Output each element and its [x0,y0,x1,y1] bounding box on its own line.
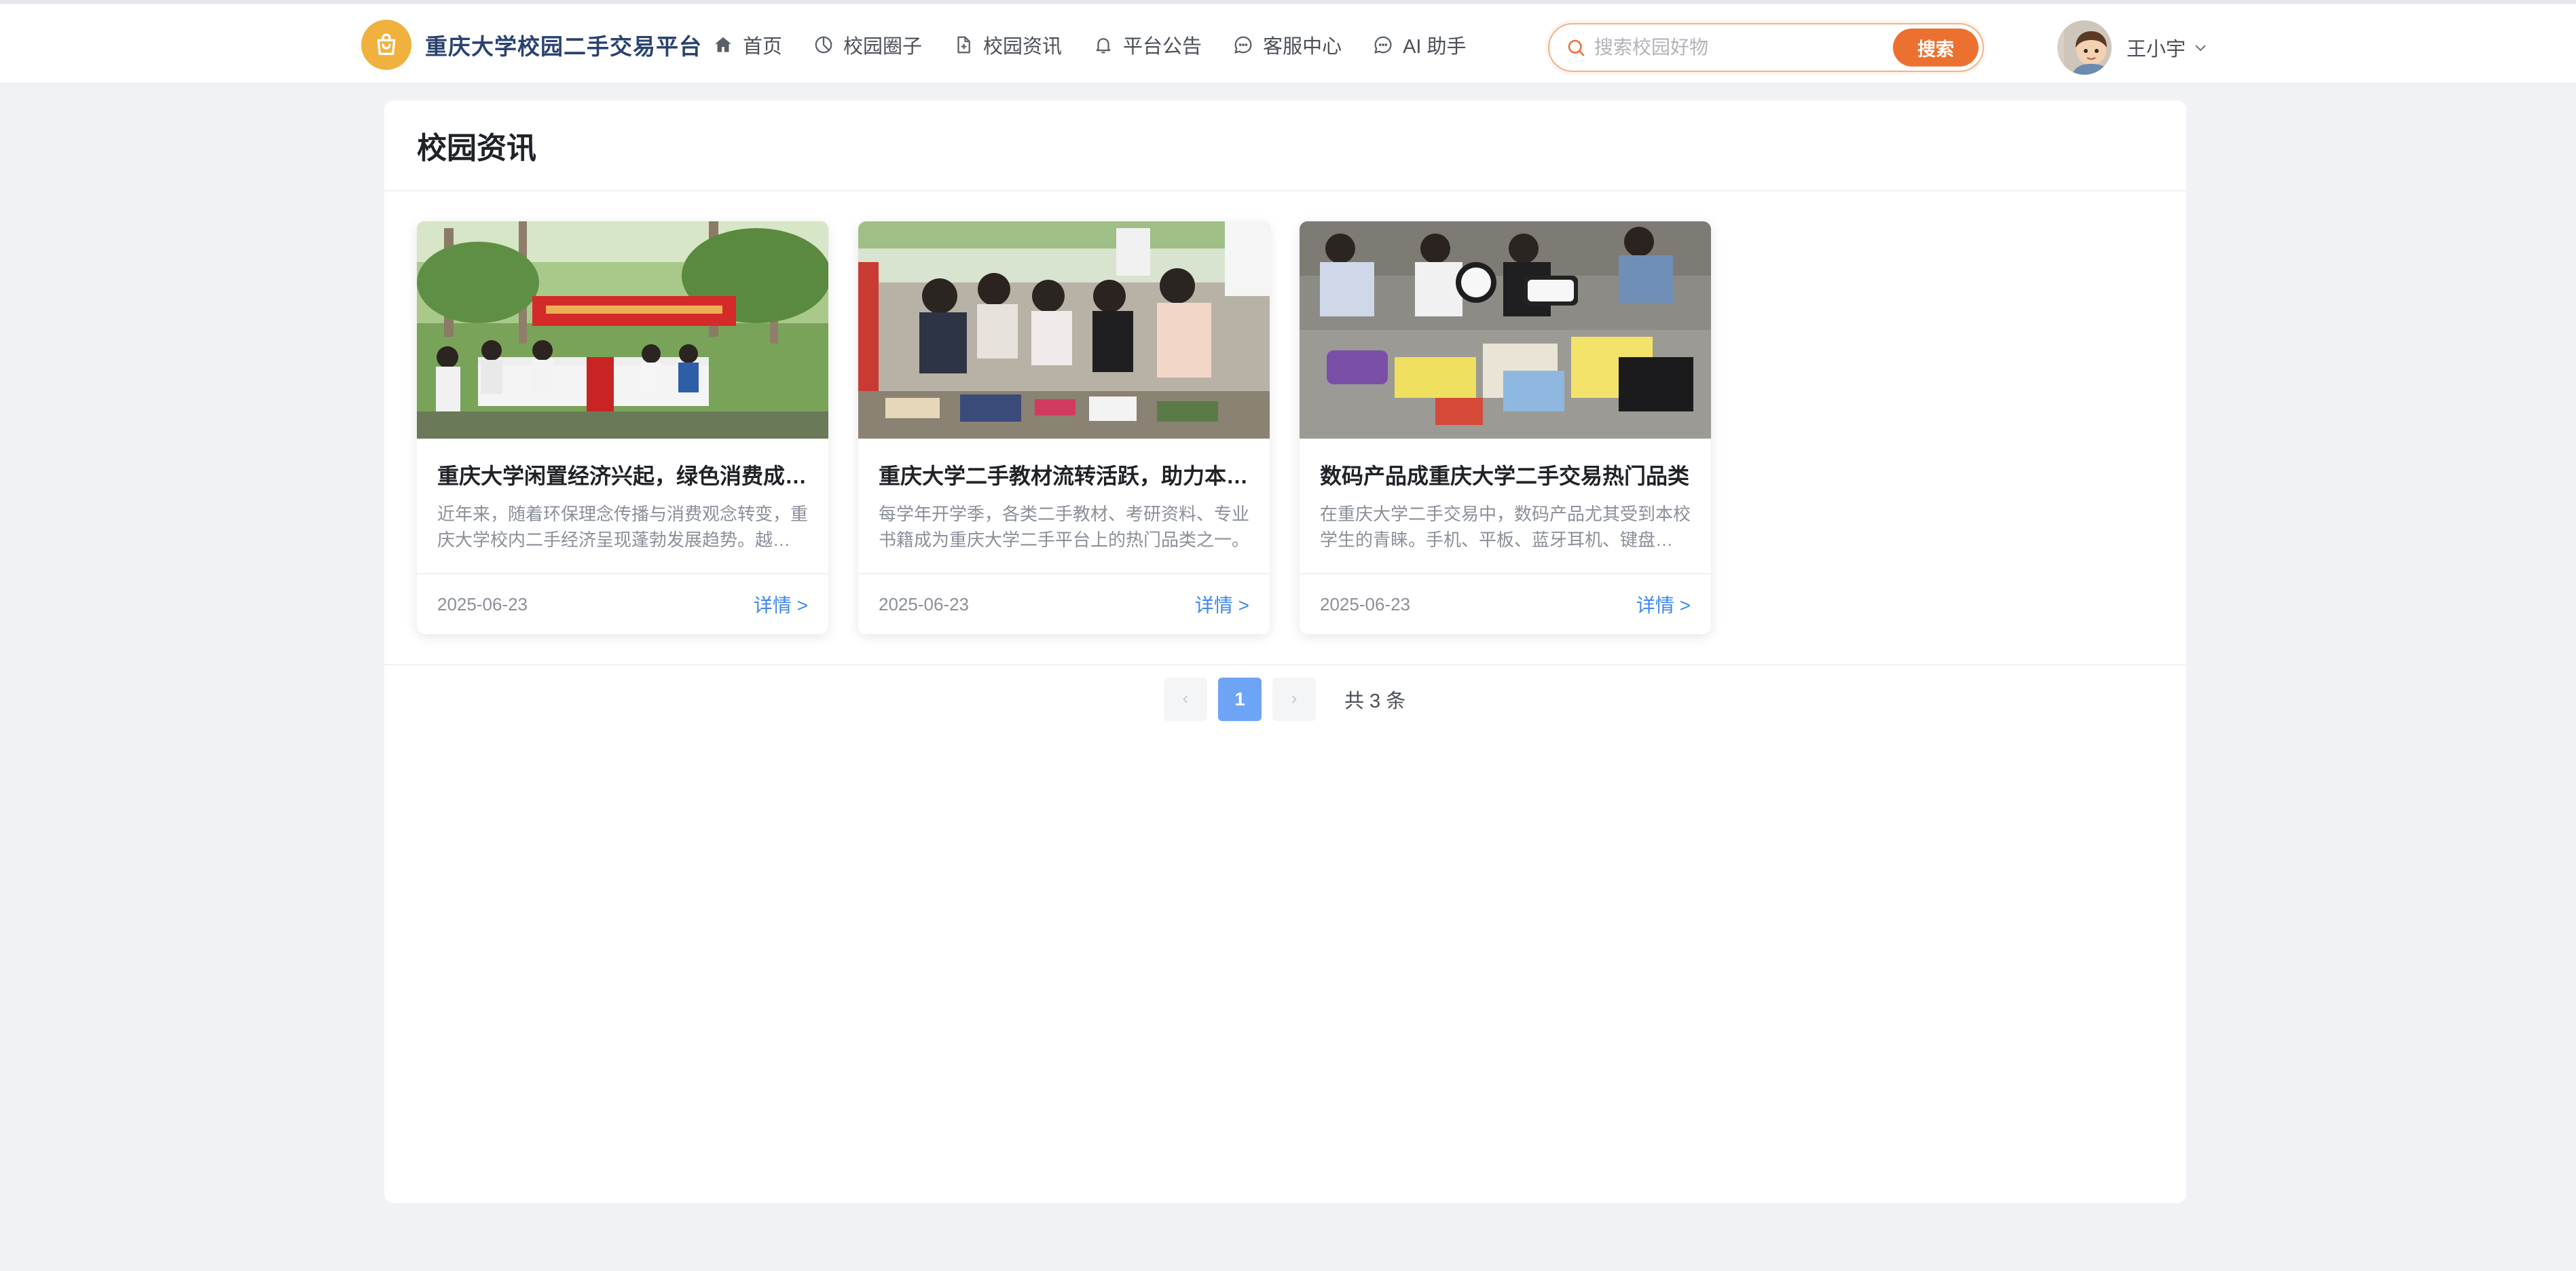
main-nav: 首页 校园圈子 校园资讯 平台公告 客服中心 AI 助手 [713,19,1498,71]
news-card-date: 2025-06-23 [879,593,969,614]
news-card-image [858,221,1270,439]
nav-item-label: 校园资讯 [983,36,1063,58]
news-card-footer: 2025-06-23 详情 > [417,573,828,634]
chevron-down-icon [2195,45,2206,52]
bell-icon [1096,38,1111,54]
search-button[interactable]: 搜索 [1893,29,1979,67]
news-card-desc: 每学年开学季，各类二手教材、考研资料、专业书籍成为重庆大学二手平台上的热门品类之… [879,504,1249,550]
page-title: 校园资讯 [417,132,536,165]
nav-item-service[interactable]: 客服中心 [1233,31,1342,59]
nav-item-home[interactable]: 首页 [713,31,782,59]
prev-page-button[interactable] [1164,678,1207,721]
brand[interactable]: 重庆大学校园二手交易平台 [361,19,702,71]
news-card-list: 重庆大学闲置经济兴起，绿色消费成为新风尚 近年来，随着环保理念传播与消费观念转变… [417,221,1741,634]
nav-item-label: 平台公告 [1123,36,1202,58]
news-card-detail-link[interactable]: 详情 > [754,591,808,618]
news-panel: 校园资讯 重庆大学闲置经济兴起，绿色消费成为 近年来，随着环保理念传播与消费观念… [384,100,2186,1203]
news-card-footer: 2025-06-23 详情 > [858,573,1270,634]
brand-title: 重庆大学校园二手交易平台 [425,34,702,59]
news-card-detail-link[interactable]: 详情 > [1636,591,1691,618]
news-card-title: 重庆大学闲置经济兴起，绿色消费成为新风尚 [437,464,808,488]
pie-chart-icon [815,36,832,54]
search-input[interactable] [1594,37,1879,58]
nav-item-announcements[interactable]: 平台公告 [1093,31,1202,59]
news-card[interactable]: 数码产品成重庆大学二手交易热门品类 在重庆大学二手交易中，数码产品尤其受到本校学… [1300,221,1711,634]
chat-icon [1234,36,1252,54]
nav-item-label: AI 助手 [1403,36,1467,58]
home-icon [715,37,731,52]
news-card-date: 2025-06-23 [437,593,528,614]
divider [384,664,2186,665]
top-navbar: 重庆大学校园二手交易平台 首页 校园圈子 校园资讯 平台公告 客服中心 AI 助… [0,0,2576,84]
page-number-button[interactable]: 1 [1218,678,1262,721]
nav-item-circle[interactable]: 校园圈子 [813,31,922,59]
nav-item-label: 校园圈子 [843,36,923,58]
nav-item-news[interactable]: 校园资讯 [953,31,1062,59]
news-card-title: 重庆大学二手教材流转活跃，助力本科学习 [879,464,1249,488]
nav-item-label: 首页 [743,36,783,58]
panel-header: 校园资讯 [384,100,2186,191]
news-card[interactable]: 重庆大学闲置经济兴起，绿色消费成为新风尚 近年来，随着环保理念传播与消费观念转变… [417,221,828,634]
chat-icon [1374,36,1392,54]
nav-item-ai-assistant[interactable]: AI 助手 [1373,31,1467,59]
search-icon [1568,39,1585,56]
pagination-total: 共 3 条 [1344,690,1406,712]
user-name: 王小宇 [2127,39,2186,60]
chevron-right-icon [1291,695,1297,703]
avatar [2057,20,2112,75]
news-card-footer: 2025-06-23 详情 > [1300,573,1711,634]
news-card-title: 数码产品成重庆大学二手交易热门品类 [1320,464,1690,488]
news-card-detail-link[interactable]: 详情 > [1195,591,1249,618]
news-card-date: 2025-06-23 [1320,593,1410,614]
news-card-image [1300,221,1711,439]
next-page-button[interactable] [1272,678,1316,721]
nav-item-label: 客服中心 [1263,36,1342,58]
news-card-desc: 近年来，随着环保理念传播与消费观念转变，重庆大学校内二手经济呈现蓬勃发展趋势。越… [437,504,808,550]
user-menu[interactable]: 王小宇 [2057,20,2209,75]
pagination: 1 共 3 条 [1164,678,1405,721]
chevron-left-icon [1183,695,1188,703]
shopping-bag-icon [361,20,411,70]
search-box: 搜索 [1548,23,1984,72]
news-card-desc: 在重庆大学二手交易中，数码产品尤其受到本校学生的青睐。手机、平板、蓝牙耳机、键盘… [1320,504,1691,550]
news-card-image [417,221,828,439]
news-card[interactable]: 重庆大学二手教材流转活跃，助力本科学习 每学年开学季，各类二手教材、考研资料、专… [858,221,1270,634]
document-icon [957,36,970,54]
